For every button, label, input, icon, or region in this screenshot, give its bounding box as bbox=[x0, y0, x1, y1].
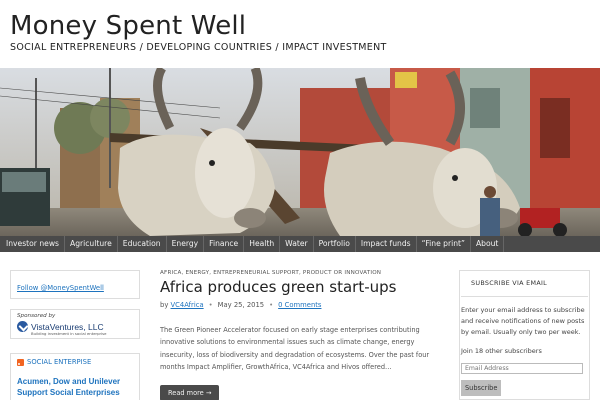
rss-icon bbox=[17, 358, 24, 366]
subscribe-divider bbox=[461, 296, 588, 297]
post-title[interactable]: Africa produces green start-ups bbox=[160, 279, 445, 296]
social-enterprise-post-link[interactable]: Acumen, Dow and Unilever Support Social … bbox=[17, 376, 133, 398]
email-input[interactable] bbox=[461, 363, 583, 374]
subscriber-count: Join 18 other subscribers bbox=[461, 347, 542, 355]
main-navigation: Investor news Agriculture Education Ener… bbox=[0, 236, 600, 252]
main-content: AFRICA, ENERGY, ENTREPRENEURIAL SUPPORT,… bbox=[160, 270, 445, 400]
social-enterprise-label: SOCIAL ENTERPISE bbox=[27, 358, 92, 366]
nav-item-impact-funds[interactable]: Impact funds bbox=[356, 236, 417, 252]
post-categories[interactable]: AFRICA, ENERGY, ENTREPRENEURIAL SUPPORT,… bbox=[160, 270, 445, 276]
left-sidebar: Follow @MoneySpentWell Sponsored by Vist… bbox=[10, 270, 140, 400]
read-more-button[interactable]: Read more → bbox=[160, 385, 220, 400]
site-tagline: SOCIAL ENTREPRENEURS / DEVELOPING COUNTR… bbox=[10, 42, 387, 53]
byline-prefix: by bbox=[160, 301, 169, 309]
nav-item-about[interactable]: About bbox=[471, 236, 505, 252]
post-date: May 25, 2015 bbox=[217, 301, 265, 309]
subscribe-heading: SUBSCRIBE VIA EMAIL bbox=[471, 279, 548, 287]
sponsor-subtitle: Building investment in social enterprise bbox=[31, 331, 107, 336]
author-link[interactable]: VC4Africa bbox=[171, 301, 204, 309]
social-enterprise-heading[interactable]: SOCIAL ENTERPISE bbox=[17, 358, 133, 366]
meta-separator: • bbox=[269, 301, 274, 309]
post-meta: by VC4Africa • May 25, 2015 • 0 Comments bbox=[160, 301, 445, 309]
vistaventures-logo-icon bbox=[17, 321, 28, 332]
nav-item-portfolio[interactable]: Portfolio bbox=[314, 236, 356, 252]
subscribe-widget: SUBSCRIBE VIA EMAIL Enter your email add… bbox=[459, 270, 590, 400]
nav-item-health[interactable]: Health bbox=[244, 236, 281, 252]
nav-item-energy[interactable]: Energy bbox=[167, 236, 205, 252]
social-enterprise-widget: SOCIAL ENTERPISE Acumen, Dow and Unileve… bbox=[10, 353, 140, 400]
follow-widget: Follow @MoneySpentWell bbox=[10, 270, 140, 299]
nav-item-water[interactable]: Water bbox=[280, 236, 314, 252]
sponsor-label: Sponsored by bbox=[17, 313, 56, 319]
nav-item-education[interactable]: Education bbox=[118, 236, 167, 252]
meta-separator: • bbox=[208, 301, 213, 309]
nav-item-investor-news[interactable]: Investor news bbox=[0, 236, 65, 252]
hero-image bbox=[0, 68, 600, 236]
subscribe-button[interactable]: Subscribe bbox=[461, 380, 502, 396]
comments-link[interactable]: 0 Comments bbox=[278, 301, 321, 309]
nav-item-agriculture[interactable]: Agriculture bbox=[65, 236, 118, 252]
sponsor-widget[interactable]: Sponsored by VistaVentures, LLC Building… bbox=[10, 309, 140, 339]
nav-item-finance[interactable]: Finance bbox=[204, 236, 245, 252]
hero-photo bbox=[0, 68, 600, 236]
nav-item-fine-print[interactable]: “Fine print” bbox=[417, 236, 471, 252]
site-title[interactable]: Money Spent Well bbox=[10, 10, 246, 42]
sponsor-name: VistaVentures, LLC bbox=[31, 321, 104, 332]
post-excerpt: The Green Pioneer Accelerator focused on… bbox=[160, 326, 430, 371]
follow-twitter-link[interactable]: Follow @MoneySpentWell bbox=[17, 284, 104, 292]
subscribe-description: Enter your email address to subscribe an… bbox=[461, 306, 585, 336]
